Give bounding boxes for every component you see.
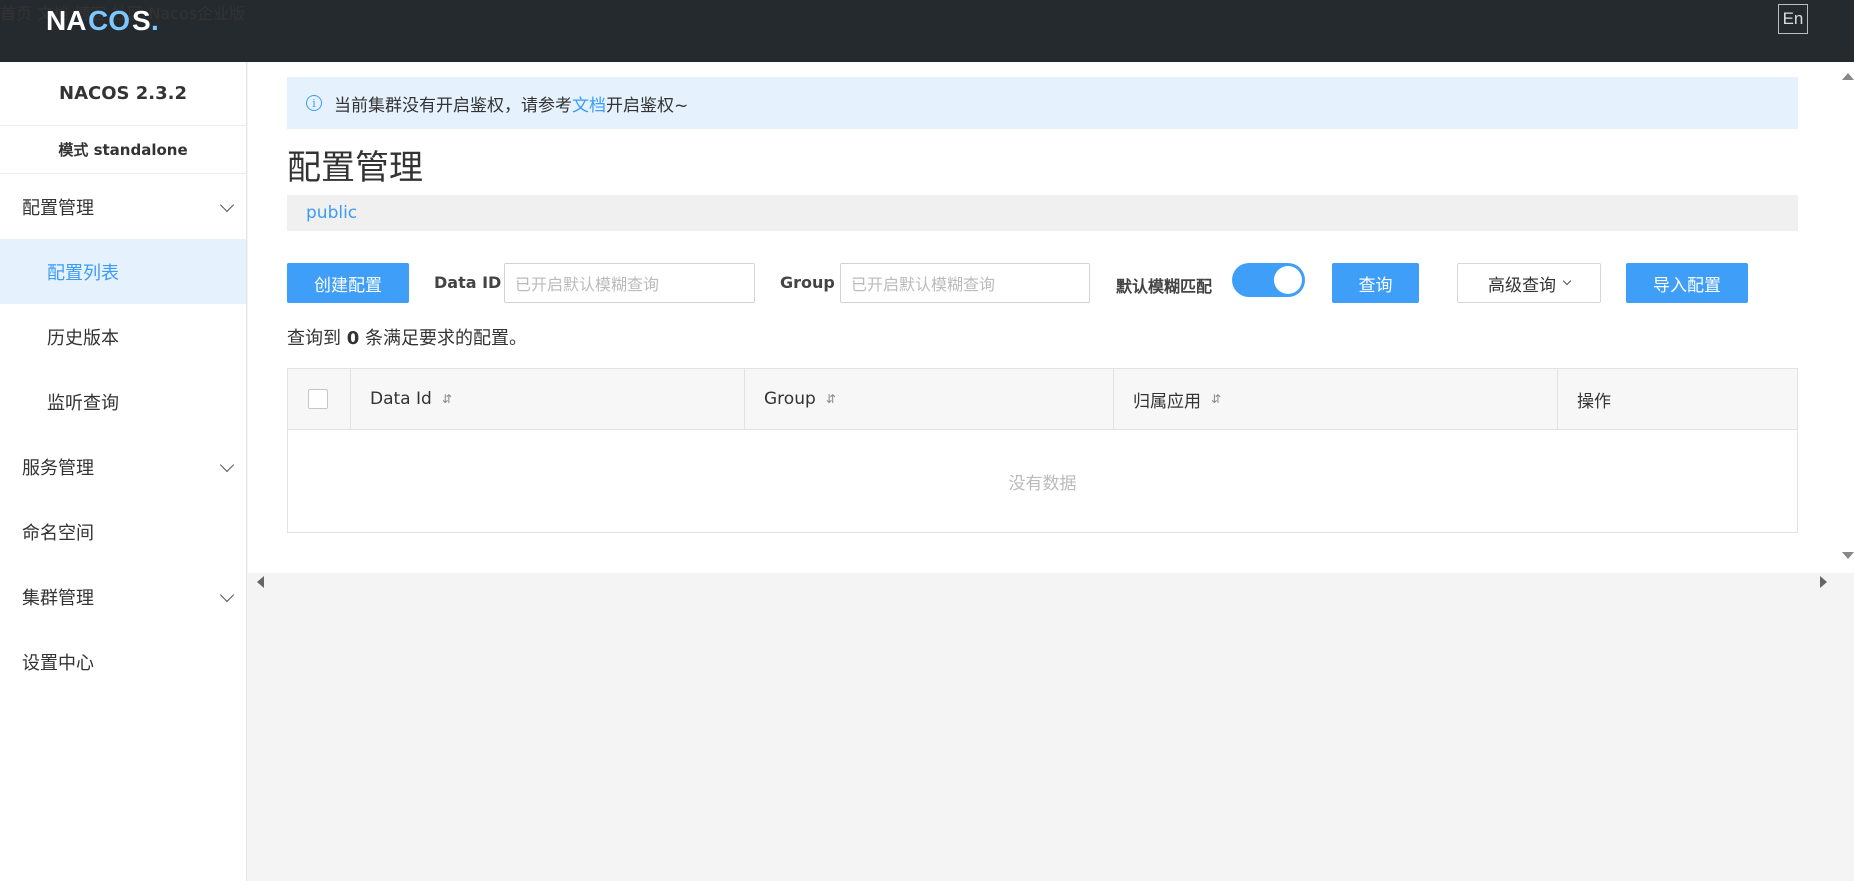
nav-home[interactable]: 首页 <box>0 4 32 23</box>
column-header-label: 操作 <box>1577 391 1611 412</box>
sidebar-item-label: 配置列表 <box>47 262 119 284</box>
result-count: 0 <box>346 328 360 349</box>
fuzzy-match-toggle[interactable] <box>1232 263 1305 297</box>
sidebar-item-listener-query[interactable]: 监听查询 <box>0 369 246 434</box>
advanced-query-label: 高级查询 <box>1488 275 1556 296</box>
main-content: i 当前集群没有开启鉴权，请参考 文档 开启鉴权~ 配置管理 public 创建配置… <box>248 62 1854 573</box>
toggle-knob <box>1274 266 1302 294</box>
query-button[interactable]: 查询 <box>1332 263 1419 303</box>
empty-state: 没有数据 <box>1008 473 1077 494</box>
sidebar-item-config-management[interactable]: 配置管理 <box>0 174 246 239</box>
chevron-down-icon <box>219 197 235 213</box>
notice-text-after: 开启鉴权~ <box>606 95 689 116</box>
data-id-placeholder: 已开启默认模糊查询 <box>515 275 660 294</box>
notice-docs-link[interactable]: 文档 <box>572 91 606 116</box>
fuzzy-match-label: 默认模糊匹配 <box>1116 277 1213 296</box>
sidebar-item-namespace[interactable]: 命名空间 <box>0 499 246 564</box>
sort-icon[interactable]: ⇵ <box>442 392 452 406</box>
sidebar-item-label: 设置中心 <box>22 652 94 674</box>
nacos-logo-icon: NA CO S . <box>46 5 159 36</box>
chevron-down-icon <box>219 457 235 473</box>
import-config-button[interactable]: 导入配置 <box>1626 263 1748 303</box>
page-title: 配置管理 <box>287 148 423 188</box>
sidebar-item-config-list[interactable]: 配置列表 <box>0 239 246 304</box>
sidebar-item-label: 历史版本 <box>47 327 119 349</box>
namespace-bar: public <box>287 195 1798 231</box>
column-header-group[interactable]: Group ⇵ <box>745 369 1114 429</box>
sidebar-item-label: 监听查询 <box>47 392 119 414</box>
group-input[interactable]: 已开启默认模糊查询 <box>840 263 1090 303</box>
sidebar-mode: 模式 standalone <box>0 126 246 174</box>
group-placeholder: 已开启默认模糊查询 <box>851 275 996 294</box>
column-header-label: Data Id <box>370 389 432 409</box>
result-prefix: 查询到 <box>287 328 341 349</box>
notice-text-before: 当前集群没有开启鉴权，请参考 <box>334 95 572 116</box>
data-id-input[interactable]: 已开启默认模糊查询 <box>504 263 755 303</box>
result-suffix: 条满足要求的配置。 <box>365 328 527 349</box>
select-all-checkbox[interactable] <box>308 389 328 409</box>
scroll-down-arrow-icon[interactable] <box>1842 552 1854 559</box>
svg-text:S: S <box>132 5 151 36</box>
svg-text:.: . <box>151 5 159 36</box>
config-table: Data Id ⇵ Group ⇵ 归属应用 ⇵ 操作 没有数据 <box>287 368 1798 533</box>
auth-notice: i 当前集群没有开启鉴权，请参考 文档 开启鉴权~ <box>287 77 1798 129</box>
sidebar-item-label: 集群管理 <box>22 587 94 609</box>
data-id-label: Data ID <box>434 273 502 292</box>
chevron-down-icon <box>1562 276 1572 286</box>
sidebar-item-service-management[interactable]: 服务管理 <box>0 434 246 499</box>
sort-icon[interactable]: ⇵ <box>1211 392 1221 406</box>
sidebar-item-settings[interactable]: 设置中心 <box>0 629 246 694</box>
create-config-button[interactable]: 创建配置 <box>287 263 409 303</box>
nacos-logo[interactable]: NA CO S . <box>46 4 168 36</box>
advanced-query-button[interactable]: 高级查询 <box>1457 263 1601 303</box>
column-header-label: Group <box>764 389 816 409</box>
language-toggle-button[interactable]: En <box>1778 4 1808 34</box>
svg-text:NA: NA <box>46 5 86 36</box>
group-label: Group <box>780 273 835 292</box>
sidebar: NACOS 2.3.2 模式 standalone 配置管理 配置列表 历史版本… <box>0 62 247 881</box>
column-header-actions: 操作 <box>1558 369 1797 429</box>
column-header-app[interactable]: 归属应用 ⇵ <box>1114 369 1558 429</box>
scroll-up-arrow-icon[interactable] <box>1842 73 1854 80</box>
scroll-left-arrow-icon[interactable] <box>257 576 264 588</box>
svg-text:CO: CO <box>88 5 130 36</box>
query-toolbar: 创建配置 Data ID 已开启默认模糊查询 Group 已开启默认模糊查询 默… <box>287 263 1798 303</box>
chevron-down-icon <box>219 587 235 603</box>
namespace-public[interactable]: public <box>306 203 357 223</box>
sidebar-item-label: 服务管理 <box>22 457 94 479</box>
info-icon: i <box>306 95 322 111</box>
sidebar-version: NACOS 2.3.2 <box>0 62 246 126</box>
sidebar-item-label: 命名空间 <box>22 522 94 544</box>
column-header-data-id[interactable]: Data Id ⇵ <box>351 369 745 429</box>
sidebar-item-history[interactable]: 历史版本 <box>0 304 246 369</box>
scroll-right-arrow-icon[interactable] <box>1820 576 1827 588</box>
sidebar-item-cluster-management[interactable]: 集群管理 <box>0 564 246 629</box>
top-bar: NA CO S . 首页 文档 博客 社区 Nacos企业版 En <box>0 0 1854 62</box>
select-all-cell <box>288 369 351 429</box>
sort-icon[interactable]: ⇵ <box>826 392 836 406</box>
result-summary: 查询到 0 条满足要求的配置。 <box>287 324 527 350</box>
sidebar-item-label: 配置管理 <box>22 197 94 219</box>
table-header: Data Id ⇵ Group ⇵ 归属应用 ⇵ 操作 <box>288 369 1797 430</box>
column-header-label: 归属应用 <box>1133 391 1201 412</box>
